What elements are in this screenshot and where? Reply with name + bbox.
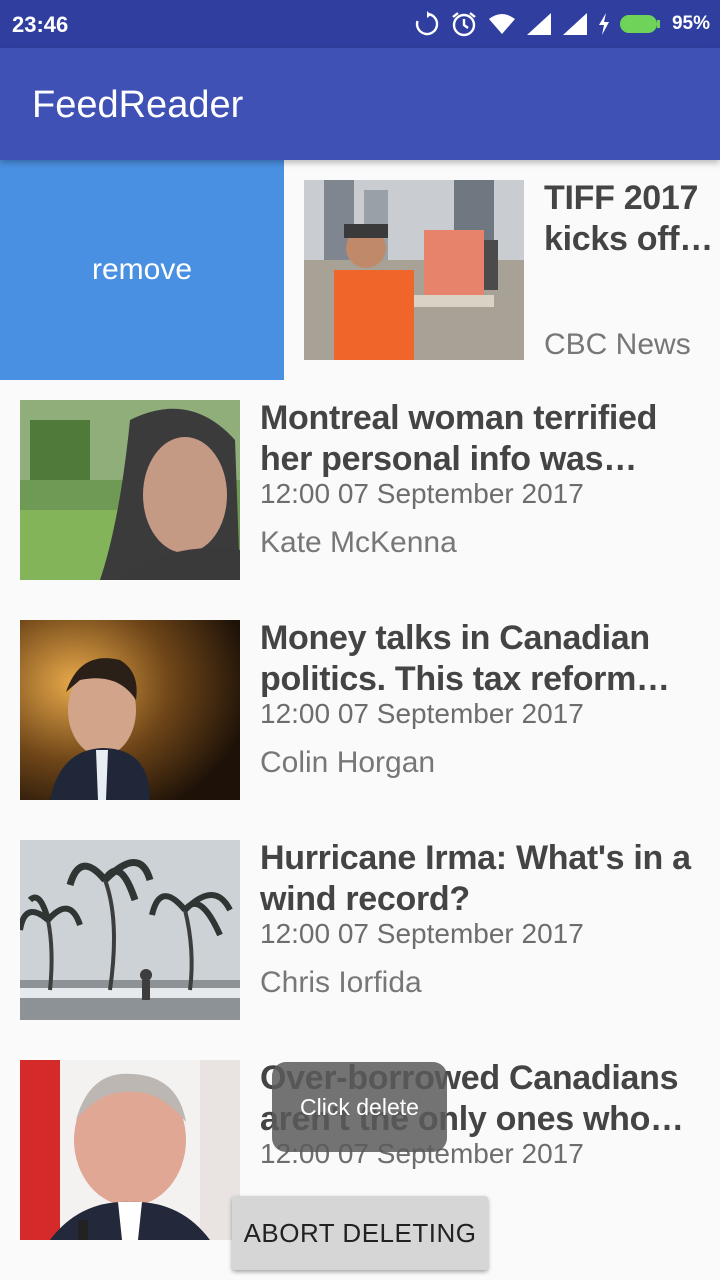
alarm-icon	[452, 12, 476, 37]
feed-item[interactable]: Hurricane Irma: What's in a wind record?…	[0, 820, 720, 1040]
thumbnail-tiff	[304, 180, 524, 360]
charging-icon	[598, 13, 609, 35]
feed-item[interactable]: Money talks in Canadian politics. This t…	[0, 600, 720, 820]
item-title: TIFF 2017 kicks off …	[544, 179, 699, 258]
thumbnail-politician	[20, 620, 240, 800]
signal-icon	[526, 13, 551, 35]
remove-label: remove	[91, 253, 193, 286]
feed-item[interactable]: TIFF 2017 kicks off … CBC News	[284, 160, 720, 380]
item-author: Colin Horgan	[260, 746, 436, 779]
thumbnail-official	[20, 1060, 240, 1240]
thumbnail-hurricane	[20, 840, 240, 1020]
item-author: CBC News	[544, 328, 691, 361]
app-bar: FeedReader	[0, 48, 720, 160]
signal-icon	[562, 13, 587, 35]
remove-action[interactable]: remove	[0, 160, 284, 380]
wifi-icon	[488, 14, 515, 34]
thumbnail-woman	[20, 400, 240, 580]
toast-message: Click delete	[272, 1062, 447, 1152]
item-date: 12:00 07 September 2017	[260, 918, 584, 949]
status-bar: 23:46 95%	[0, 0, 720, 48]
item-author: Kate McKenna	[260, 526, 457, 559]
battery-icon	[619, 15, 660, 33]
item-title: Hurricane Irma: What's in a wind record?	[260, 839, 691, 918]
item-author: Chris Iorfida	[260, 966, 422, 999]
status-time: 23:46	[12, 12, 69, 37]
sync-icon	[415, 11, 439, 36]
feed-item[interactable]: Montreal woman terrified her personal in…	[0, 380, 720, 600]
app-title: FeedReader	[32, 84, 244, 126]
item-title: Money talks in Canadian politics. This t…	[260, 619, 650, 698]
status-icons: 95%	[414, 10, 710, 38]
swipe-row[interactable]: remove TIFF 2017 kicks off CBC News	[0, 160, 720, 380]
item-date: 12:00 07 September 2017	[260, 698, 584, 729]
item-date: 12:00 07 September 2017	[260, 478, 584, 509]
abort-deleting-button[interactable]: ABORT DELETING	[232, 1196, 488, 1270]
battery-percent: 95%	[671, 13, 710, 34]
item-title: Montreal woman terrified her personal in…	[260, 399, 658, 478]
